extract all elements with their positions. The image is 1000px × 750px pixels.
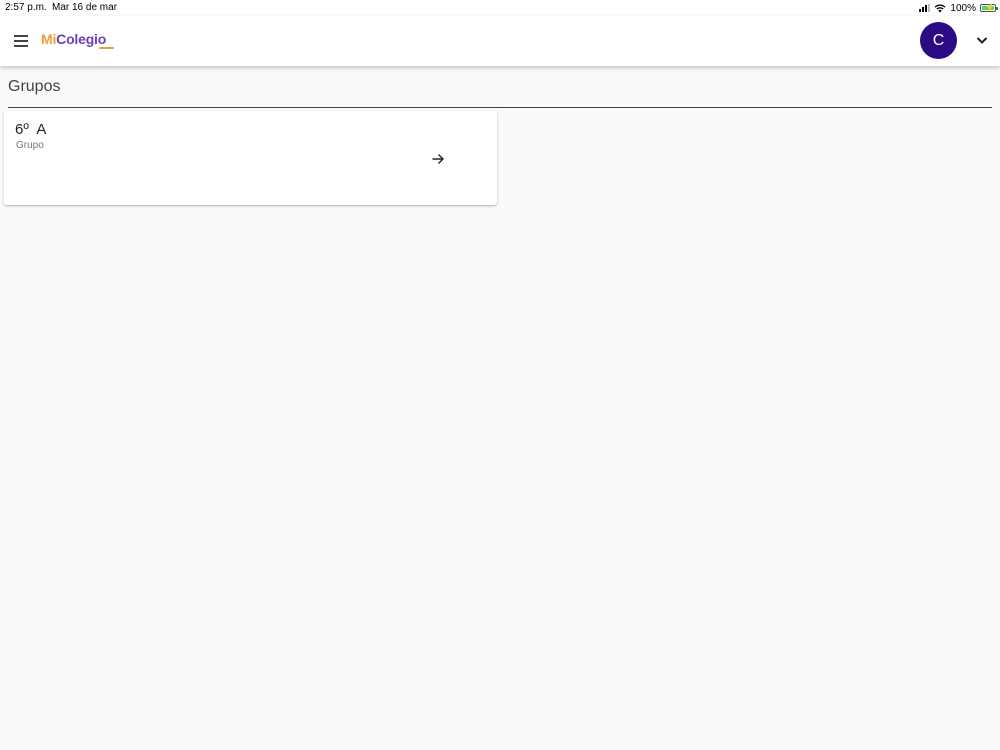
group-name: 6º A <box>15 121 47 138</box>
wifi-icon <box>934 4 946 12</box>
status-indicators: 100% ⚡ <box>919 1 998 15</box>
cellular-signal-icon <box>919 4 931 12</box>
battery-percentage: 100% <box>950 2 976 14</box>
app-toolbar: MiColegio C <box>0 16 1000 66</box>
group-card[interactable]: 6º A Grupo <box>4 111 497 205</box>
status-time: 2:57 p.m. <box>5 2 47 13</box>
chevron-down-icon[interactable] <box>974 32 990 48</box>
status-date: Mar 16 de mar <box>52 2 118 13</box>
status-bar: 2:57 p.m. Mar 16 de mar 100% ⚡ <box>0 0 1000 16</box>
arrow-right-icon[interactable] <box>430 151 446 167</box>
logo-text-mi: Mi <box>41 31 57 47</box>
user-avatar[interactable]: C <box>920 22 957 59</box>
logo-text-colegio: Colegio <box>56 31 107 47</box>
app-logo[interactable]: MiColegio <box>41 31 106 47</box>
title-divider <box>8 107 992 108</box>
logo-underline <box>99 47 114 49</box>
group-subtitle: Grupo <box>16 140 44 151</box>
hamburger-menu-icon[interactable] <box>10 30 32 52</box>
battery-charging-icon: ⚡ <box>980 3 998 12</box>
page-title: Grupos <box>8 78 61 95</box>
